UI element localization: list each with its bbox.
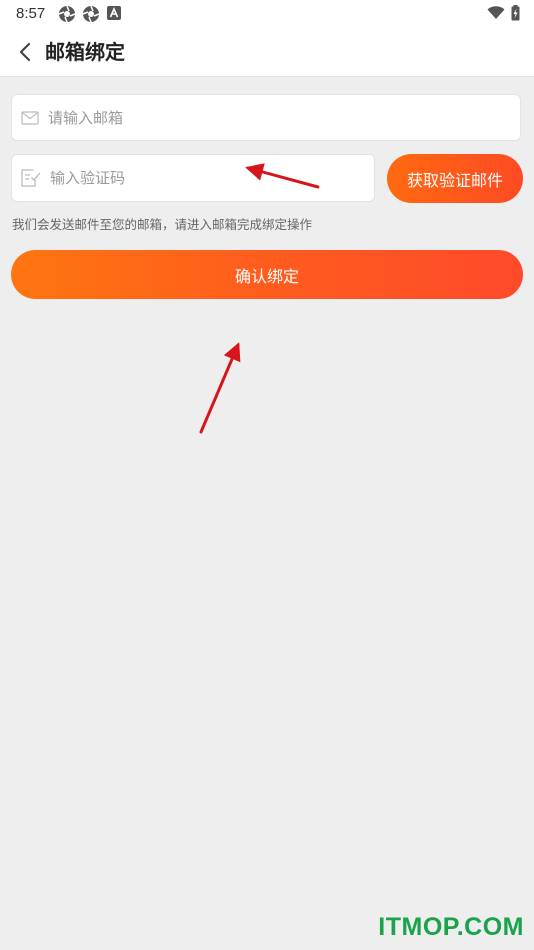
verify-code-icon bbox=[21, 169, 41, 187]
chevron-left-icon bbox=[19, 42, 31, 62]
watermark: ITMOP.COM bbox=[378, 913, 524, 941]
status-time: 8:57 bbox=[16, 5, 46, 22]
page-title: 邮箱绑定 bbox=[45, 40, 125, 64]
envelope-icon bbox=[21, 110, 39, 125]
verification-code-input[interactable] bbox=[50, 155, 366, 201]
email-field[interactable] bbox=[11, 94, 521, 141]
status-system-icons bbox=[487, 5, 520, 21]
back-button[interactable] bbox=[10, 36, 40, 68]
binding-hint-text: 我们会发送邮件至您的邮箱，请进入邮箱完成绑定操作 bbox=[12, 217, 313, 232]
verification-code-field[interactable] bbox=[11, 154, 375, 202]
status-bar: 8:57 bbox=[0, 0, 534, 28]
aperture-icon bbox=[58, 5, 76, 23]
annotation-arrows bbox=[199, 163, 320, 434]
annotation-arrow-to-confirm-button bbox=[199, 342, 241, 434]
get-verification-email-button[interactable]: 获取验证邮件 bbox=[387, 154, 523, 203]
battery-charging-icon bbox=[511, 5, 520, 21]
status-notification-icons bbox=[58, 5, 122, 23]
app-header: 邮箱绑定 bbox=[0, 28, 534, 77]
wifi-icon bbox=[487, 6, 505, 19]
font-a-icon bbox=[107, 6, 121, 20]
confirm-binding-button[interactable]: 确认绑定 bbox=[11, 250, 523, 299]
email-input[interactable] bbox=[48, 95, 512, 140]
aperture-icon bbox=[82, 5, 100, 23]
